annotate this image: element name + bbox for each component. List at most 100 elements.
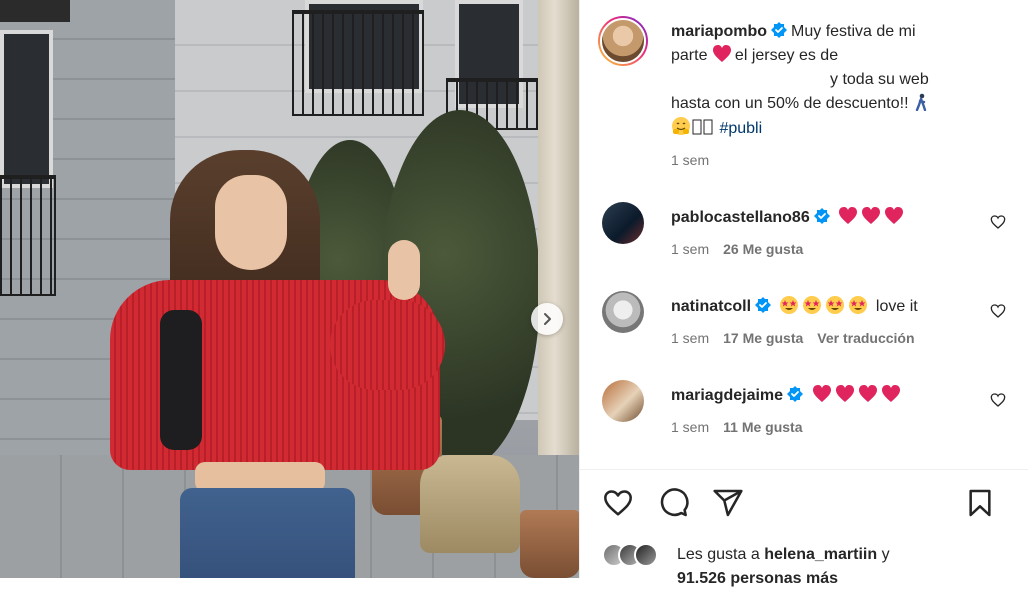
verified-badge-icon <box>771 22 788 38</box>
star-eyes-emoji-icon <box>826 296 845 314</box>
comment-like-button[interactable] <box>990 303 1006 322</box>
comment-text-line: mariagdejaime <box>671 384 982 407</box>
likes-text: Les gusta a helena_martiin y <box>677 543 890 567</box>
likes-suffix: y <box>881 546 890 563</box>
star-eyes-emoji-group <box>779 296 871 315</box>
plant-pot <box>520 510 579 578</box>
heart-outline-icon <box>604 490 632 516</box>
heart-emoji-icon <box>812 385 831 402</box>
star-eyes-emoji-icon <box>849 296 868 314</box>
heart-emoji-icon <box>885 207 904 224</box>
sweater-sleeve <box>330 300 445 390</box>
heart-emoji-group <box>838 207 907 226</box>
comment-meta: 1 sem 17 Me gusta Ver traducción <box>671 330 982 346</box>
heart-emoji-icon <box>712 45 731 62</box>
heart-outline-icon <box>990 304 1006 318</box>
unsupported-emoji-glyph-icon <box>692 119 713 135</box>
person-face <box>215 175 287 270</box>
heart-emoji-icon <box>858 385 877 402</box>
star-eyes-emoji-icon <box>803 296 822 314</box>
caption-text-4: y toda su web <box>830 71 929 88</box>
shoulder-bag <box>160 310 202 450</box>
comment-likes[interactable]: 26 Me gusta <box>723 241 803 257</box>
comment-body: pablocastellano86 1 sem 26 Me gusta <box>671 206 982 257</box>
share-button[interactable] <box>712 487 744 522</box>
comment-bubble-icon <box>660 488 689 517</box>
post-side-panel: mariapombo Muy festiva de mi parte el jer… <box>579 0 1028 587</box>
shop-sign <box>0 0 70 22</box>
verified-badge-icon <box>755 297 772 313</box>
jeans <box>180 488 355 578</box>
post-action-bar <box>602 487 1013 521</box>
likes-count-link[interactable]: 91.526 personas más <box>677 567 838 591</box>
commenter-avatar[interactable] <box>602 380 644 422</box>
comment-text-line: natinatcoll love it <box>671 295 982 318</box>
caption-line-2: parte el jersey es de <box>671 44 971 68</box>
comment-like-button[interactable] <box>990 214 1006 233</box>
save-button[interactable] <box>964 487 996 522</box>
carousel-next-button[interactable] <box>531 303 563 335</box>
see-translation-link[interactable]: Ver traducción <box>817 330 914 346</box>
window <box>0 30 53 188</box>
caption-line-4: hasta con un 50% de descuento!! <box>671 92 971 116</box>
commenter-username[interactable]: pablocastellano86 <box>671 209 810 226</box>
caption-text-1: Muy festiva de mi <box>791 23 916 40</box>
hashtag-link[interactable]: #publi <box>719 120 762 137</box>
comment-likes[interactable]: 11 Me gusta <box>723 419 802 435</box>
caption-text-2: parte <box>671 47 708 64</box>
liker-username[interactable]: helena_martiin <box>764 546 877 563</box>
plant-sack <box>420 455 520 553</box>
heart-emoji-icon <box>881 385 900 402</box>
comment-item: natinatcoll love it 1 sem 17 Me gusta Ver … <box>602 291 1022 351</box>
section-divider <box>580 469 1028 470</box>
comment-likes[interactable]: 17 Me gusta <box>723 330 803 346</box>
heart-outline-icon <box>990 393 1006 407</box>
heart-emoji-icon <box>839 207 858 224</box>
chevron-right-icon <box>544 313 551 325</box>
caption-line-3: y toda su web <box>671 68 971 92</box>
commenter-username[interactable]: natinatcoll <box>671 298 751 315</box>
caption-line-5: #publi <box>671 116 971 140</box>
comment-time[interactable]: 1 sem <box>671 330 709 346</box>
comment-item: mariagdejaime 1 sem 11 Me gusta <box>602 380 1022 440</box>
balcony-railing <box>0 175 56 296</box>
like-button[interactable] <box>602 487 634 522</box>
heart-emoji-icon <box>835 385 854 402</box>
caption-text-3: el jersey es de <box>734 47 839 64</box>
paper-plane-icon <box>713 489 743 517</box>
post-caption: mariapombo Muy festiva de mi parte el jer… <box>671 20 971 172</box>
heart-emoji-icon <box>862 207 881 224</box>
author-avatar[interactable] <box>598 16 648 66</box>
commenter-avatar[interactable] <box>602 202 644 244</box>
comment-text-line: pablocastellano86 <box>671 206 982 229</box>
caption-time[interactable]: 1 sem <box>671 148 971 172</box>
verified-badge-icon <box>787 386 804 402</box>
author-avatar-image <box>600 18 646 64</box>
author-username[interactable]: mariapombo <box>671 23 767 40</box>
post-photo <box>0 0 579 578</box>
comment-item: pablocastellano86 1 sem 26 Me gusta <box>602 202 1022 262</box>
person-hand <box>388 240 420 300</box>
commenter-username[interactable]: mariagdejaime <box>671 387 783 404</box>
caption-line-1: mariapombo Muy festiva de mi <box>671 20 971 44</box>
likes-more-text: 91.526 personas más <box>677 570 838 587</box>
comment-time[interactable]: 1 sem <box>671 419 709 435</box>
hugging-face-emoji-icon <box>672 117 690 135</box>
comment-body: mariagdejaime 1 sem 11 Me gusta <box>671 384 982 435</box>
verified-badge-icon <box>813 208 830 224</box>
comment-like-button[interactable] <box>990 392 1006 411</box>
comment-meta: 1 sem 11 Me gusta <box>671 419 982 435</box>
comment-time[interactable]: 1 sem <box>671 241 709 257</box>
walking-person-emoji-icon <box>915 93 927 111</box>
bookmark-icon <box>969 489 991 517</box>
caption-text-5: hasta con un 50% de descuento!! <box>671 95 909 112</box>
balcony-railing <box>292 10 424 116</box>
comment-meta: 1 sem 26 Me gusta <box>671 241 982 257</box>
comment-text: love it <box>875 298 918 315</box>
liker-avatar <box>634 543 658 567</box>
likes-prefix: Les gusta a <box>677 546 760 563</box>
comment-button[interactable] <box>657 487 689 522</box>
heart-outline-icon <box>990 215 1006 229</box>
commenter-avatar[interactable] <box>602 291 644 333</box>
star-eyes-emoji-icon <box>780 296 799 314</box>
